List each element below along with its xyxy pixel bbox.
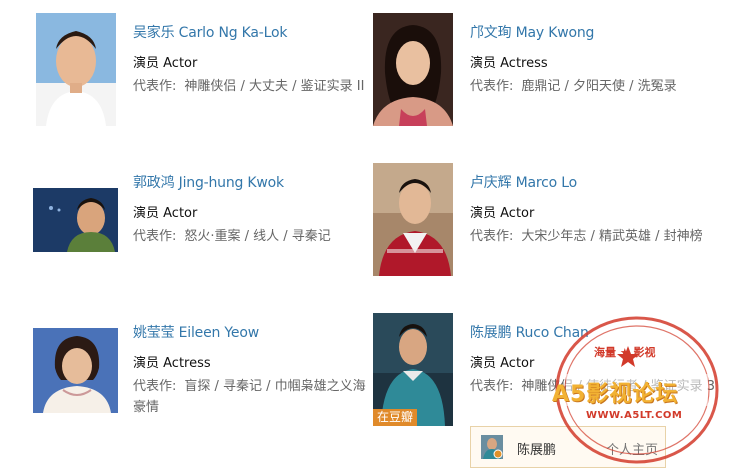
- works-label: 代表作:: [133, 79, 177, 94]
- hover-card-name[interactable]: 陈展鹏: [517, 439, 556, 458]
- works-label: 代表作:: [470, 229, 514, 244]
- works-list[interactable]: 怒火·重案 / 线人 / 寻秦记: [184, 229, 330, 244]
- celebrity-photo[interactable]: [373, 163, 453, 276]
- works-list[interactable]: 神雕侠侣 / 使徒行者 / 鉴证实录 3: [521, 379, 715, 394]
- celebrity-photo[interactable]: [33, 188, 118, 252]
- celebrity-name-link[interactable]: 郭政鸿 Jing-hung Kwok: [133, 172, 284, 192]
- celebrity-role: 演员 Actress: [470, 56, 548, 71]
- celebrity-role: 演员 Actor: [133, 56, 198, 71]
- celebrity-photo[interactable]: 在豆瓣: [373, 313, 453, 426]
- works-list[interactable]: 大宋少年志 / 精武英雄 / 封神榜: [521, 229, 702, 244]
- celebrity-hover-card: 陈展鹏 个人主页: [470, 426, 666, 468]
- representative-works: 代表作: 神雕侠侣 / 使徒行者 / 鉴证实录 3: [470, 376, 720, 397]
- personal-homepage-link[interactable]: 个人主页: [606, 439, 658, 458]
- works-label: 代表作:: [470, 79, 514, 94]
- representative-works: 代表作: 神雕侠侣 / 大丈夫 / 鉴证实录 II: [133, 76, 373, 97]
- watermark-top-text: 海量 ★ 影视: [594, 346, 656, 359]
- representative-works: 代表作: 盲探 / 寻秦记 / 巾帼枭雄之义海豪情: [133, 376, 373, 418]
- celebrity-name-link[interactable]: 陈展鹏 Ruco Chan: [470, 322, 589, 342]
- representative-works: 代表作: 鹿鼎记 / 夕阳天使 / 洗冤录: [470, 76, 720, 97]
- works-label: 代表作:: [133, 229, 177, 244]
- celebrity-name-link[interactable]: 吴家乐 Carlo Ng Ka-Lok: [133, 22, 287, 42]
- representative-works: 代表作: 怒火·重案 / 线人 / 寻秦记: [133, 226, 373, 247]
- works-list[interactable]: 鹿鼎记 / 夕阳天使 / 洗冤录: [521, 79, 676, 94]
- works-list[interactable]: 神雕侠侣 / 大丈夫 / 鉴证实录 II: [184, 79, 364, 94]
- celebrity-photo[interactable]: [373, 13, 453, 126]
- celebrity-role: 演员 Actor: [133, 206, 198, 221]
- celebrity-name-link[interactable]: 姚莹莹 Eileen Yeow: [133, 322, 259, 342]
- on-douban-tag[interactable]: 在豆瓣: [373, 409, 418, 426]
- celebrity-role: 演员 Actor: [470, 356, 535, 371]
- avatar[interactable]: [481, 435, 503, 459]
- representative-works: 代表作: 大宋少年志 / 精武英雄 / 封神榜: [470, 226, 720, 247]
- celebrity-photo[interactable]: [36, 13, 116, 126]
- works-label: 代表作:: [133, 379, 177, 394]
- celebrity-name-link[interactable]: 邝文珣 May Kwong: [470, 22, 594, 42]
- celebrity-role: 演员 Actor: [470, 206, 535, 221]
- celebrity-role: 演员 Actress: [133, 356, 211, 371]
- works-label: 代表作:: [470, 379, 514, 394]
- celebrity-photo[interactable]: [33, 328, 118, 413]
- celebrity-name-link[interactable]: 卢庆辉 Marco Lo: [470, 172, 577, 192]
- watermark-url: WWW.A5LT.COM: [586, 410, 683, 421]
